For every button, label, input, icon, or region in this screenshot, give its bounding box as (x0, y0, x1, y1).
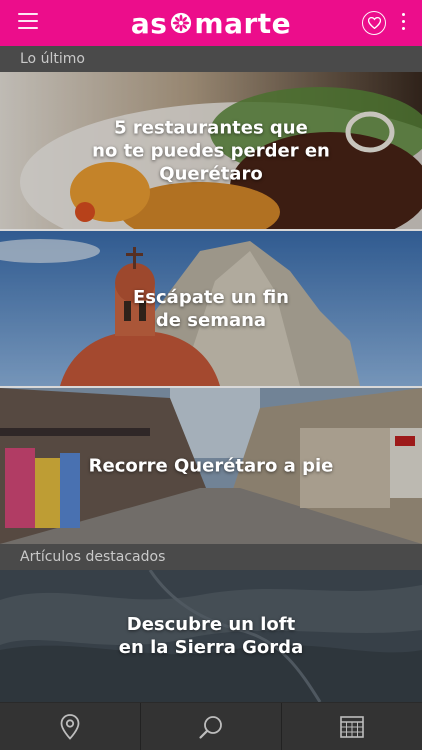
card-title: Recorre Querétaro a pie (88, 455, 334, 477)
article-card-weekend[interactable]: Escápate un fin de semana (0, 231, 422, 386)
bottom-nav (0, 702, 422, 750)
app-header: as marte (0, 0, 422, 46)
logo-text-left: as (130, 6, 168, 40)
tab-map[interactable] (0, 703, 141, 750)
section-header-featured: Artículos destacados (0, 544, 422, 570)
tab-calendar[interactable] (282, 703, 422, 750)
tab-search[interactable] (141, 703, 282, 750)
search-icon (199, 715, 222, 739)
article-card-restaurants[interactable]: 5 restaurantes que no te puedes perder e… (0, 72, 422, 229)
calendar-icon (340, 715, 364, 738)
logo-flower-icon (171, 12, 192, 34)
card-title: Descubre un loft en la Sierra Gorda (118, 614, 304, 658)
map-pin-icon (60, 713, 80, 740)
article-card-loft[interactable]: Descubre un loft en la Sierra Gorda (0, 570, 422, 702)
card-title: 5 restaurantes que no te puedes perder e… (92, 117, 330, 184)
card-title: Escápate un fin de semana (133, 286, 289, 331)
more-vertical-icon[interactable] (400, 13, 406, 33)
app-logo: as marte (131, 7, 291, 40)
heart-icon[interactable] (362, 11, 386, 35)
section-header-latest: Lo último (0, 46, 422, 72)
article-card-walk[interactable]: Recorre Querétaro a pie (0, 388, 422, 544)
logo-text-right: marte (194, 6, 292, 40)
menu-icon[interactable] (18, 13, 38, 31)
